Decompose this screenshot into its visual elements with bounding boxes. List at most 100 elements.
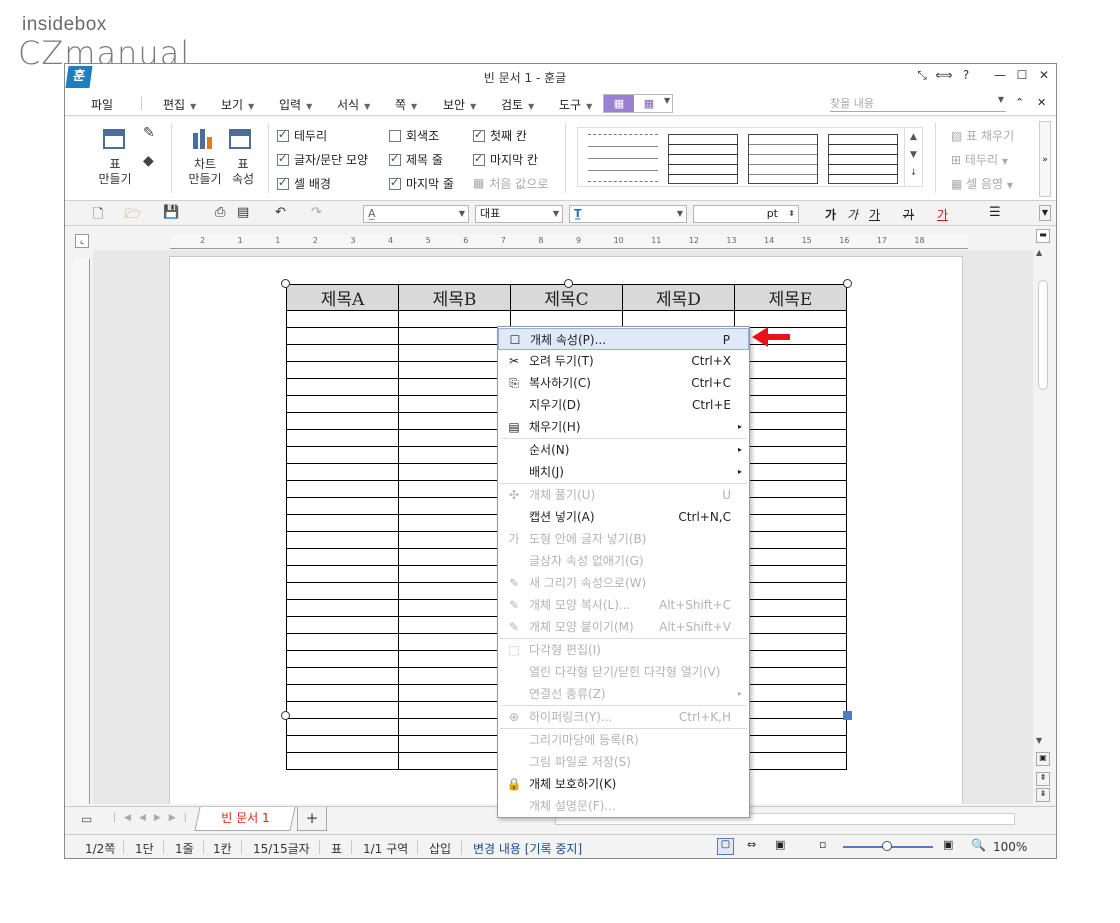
table-cell[interactable] (510, 310, 623, 328)
table-cell[interactable] (398, 735, 511, 753)
prev-page-icon[interactable]: ⇞ (1036, 772, 1050, 786)
table-cell[interactable] (286, 412, 399, 430)
table-cell[interactable] (286, 735, 399, 753)
table-cell[interactable] (398, 599, 511, 617)
context-menu-item[interactable]: ☐ 개체 속성(P)... P (498, 328, 749, 350)
table-cell[interactable] (286, 446, 399, 464)
menu-tools[interactable]: 도구 ▼ (559, 96, 592, 113)
preview-icon[interactable]: ▤ (237, 205, 249, 220)
table-cell[interactable] (734, 361, 847, 379)
table-cell[interactable] (734, 480, 847, 498)
context-menu-item[interactable]: 글상자 속성 없애기(G) (498, 550, 749, 572)
table-cell[interactable] (286, 701, 399, 719)
status-insert-mode[interactable]: 삽입 (429, 840, 451, 857)
table-cell[interactable] (398, 327, 511, 345)
status-track-changes[interactable]: 변경 내용 [기록 중지] (473, 840, 582, 857)
zoom-in-icon[interactable]: ▣ (943, 838, 953, 851)
check-cell-bg[interactable]: 셀 배경 (277, 175, 331, 192)
table-cell[interactable] (286, 531, 399, 549)
table-cell[interactable] (734, 633, 847, 651)
table-cell[interactable] (734, 718, 847, 736)
table-style-item[interactable] (828, 134, 898, 184)
table-cell[interactable] (734, 514, 847, 532)
table-cell[interactable] (286, 395, 399, 413)
bold-button[interactable]: 가 (825, 206, 836, 223)
table-fill-button[interactable]: ▨ 표 채우기 (951, 127, 1014, 144)
font-combo[interactable]: T̲ ▼ (569, 205, 687, 223)
menu-edit[interactable]: 편집 ▼ (163, 96, 196, 113)
menu-file[interactable]: 파일 (91, 96, 113, 113)
table-cell[interactable] (734, 650, 847, 668)
table-cell[interactable] (398, 650, 511, 668)
context-menu-item[interactable]: 열린 다각형 닫기/닫힌 다각형 열기(V) (498, 661, 749, 683)
table-cell[interactable] (398, 429, 511, 447)
table-draw-icon[interactable]: ✎ (143, 125, 155, 141)
table-cell[interactable] (286, 463, 399, 481)
toolbar-expand-icon[interactable]: ▼ (1039, 205, 1051, 221)
table-cell[interactable] (286, 361, 399, 379)
table-cell[interactable] (398, 395, 511, 413)
table-cell[interactable] (398, 446, 511, 464)
table-cell[interactable] (734, 446, 847, 464)
check-header-row[interactable]: 제목 줄 (389, 151, 443, 168)
context-menu-item[interactable]: ⎘ 복사하기(C) Ctrl+C (498, 372, 749, 394)
table-cell[interactable] (286, 718, 399, 736)
table-cell[interactable] (286, 667, 399, 685)
tab-doc1[interactable]: 빈 문서 1 (194, 807, 296, 831)
table-cell[interactable] (398, 310, 511, 328)
context-menu-item[interactable]: 지우기(D) Ctrl+E (498, 394, 749, 416)
context-menu-item[interactable]: ▤ 채우기(H) ▸ (498, 416, 749, 438)
table-cell[interactable] (286, 616, 399, 634)
table-cell[interactable] (286, 310, 399, 328)
resize-handle[interactable] (281, 711, 290, 720)
table-cell[interactable] (398, 548, 511, 566)
cell-shade-button[interactable]: ▦ 셀 음영 ▼ (951, 175, 1013, 192)
context-menu-item[interactable]: ✎ 개체 모양 붙이기(M) Alt+Shift+V (498, 616, 749, 638)
table-cell[interactable] (734, 752, 847, 770)
help-icon[interactable]: ? (957, 68, 975, 82)
table-cell[interactable] (398, 718, 511, 736)
app-icon[interactable]: 훈 (65, 66, 93, 88)
check-last-row[interactable]: 마지막 줄 (389, 175, 454, 192)
context-menu-item[interactable]: ✎ 개체 모양 복사(L)... Alt+Shift+C (498, 594, 749, 616)
table-cell[interactable] (398, 752, 511, 770)
vertical-scrollbar[interactable]: ▬ ▲ ▼ ▣ ⇞ ⇟ (1034, 226, 1052, 806)
close-button[interactable]: ✕ (1035, 68, 1053, 82)
context-menu-item[interactable]: 그림 파일로 저장(S) (498, 751, 749, 773)
context-menu-item[interactable]: ✂ 오려 두기(T) Ctrl+X (498, 350, 749, 372)
table-cell[interactable] (286, 650, 399, 668)
fullscreen-icon[interactable]: ⤡ (913, 68, 931, 83)
table-cell[interactable] (398, 344, 511, 362)
table-cell[interactable] (734, 667, 847, 685)
save-icon[interactable]: 💾 (163, 205, 179, 220)
table-cell[interactable] (398, 667, 511, 685)
width-icon[interactable]: ⟺ (935, 68, 953, 82)
table-header-cell[interactable]: 제목B (398, 284, 511, 311)
table-erase-icon[interactable]: ◆ (143, 153, 154, 169)
table-cell[interactable] (734, 565, 847, 583)
zoom-slider-thumb[interactable] (882, 841, 892, 851)
menu-review[interactable]: 검토 ▼ (501, 96, 534, 113)
table-cell[interactable] (398, 616, 511, 634)
context-menu-item[interactable]: 🔒 개체 보호하기(K) (498, 773, 749, 795)
font-kind-combo[interactable]: 대표 ▼ (475, 205, 563, 223)
ribbon-expand-icon[interactable]: » (1039, 121, 1051, 197)
context-menu-item[interactable]: ✣ 개체 풀기(U) U (498, 484, 749, 506)
table-cell[interactable] (734, 429, 847, 447)
table-props-button[interactable]: 표 속성 (225, 129, 261, 193)
table-header-cell[interactable]: 제목E (734, 284, 847, 311)
table-cell[interactable] (734, 497, 847, 515)
view-width-icon[interactable]: ⇔ (747, 838, 756, 851)
table-layout-tab-icon[interactable]: ▦ (636, 95, 662, 112)
scroll-up-icon[interactable]: ▲ (1036, 248, 1042, 257)
table-cell[interactable] (398, 378, 511, 396)
table-cell[interactable] (398, 514, 511, 532)
table-cell[interactable] (398, 463, 511, 481)
menu-view[interactable]: 보기 ▼ (221, 96, 254, 113)
table-style-item[interactable] (668, 134, 738, 184)
table-cell[interactable] (398, 565, 511, 583)
check-border[interactable]: 테두리 (277, 127, 327, 144)
table-cell[interactable] (734, 463, 847, 481)
view-normal-icon[interactable]: ▢ (717, 838, 734, 855)
table-cell[interactable] (734, 395, 847, 413)
